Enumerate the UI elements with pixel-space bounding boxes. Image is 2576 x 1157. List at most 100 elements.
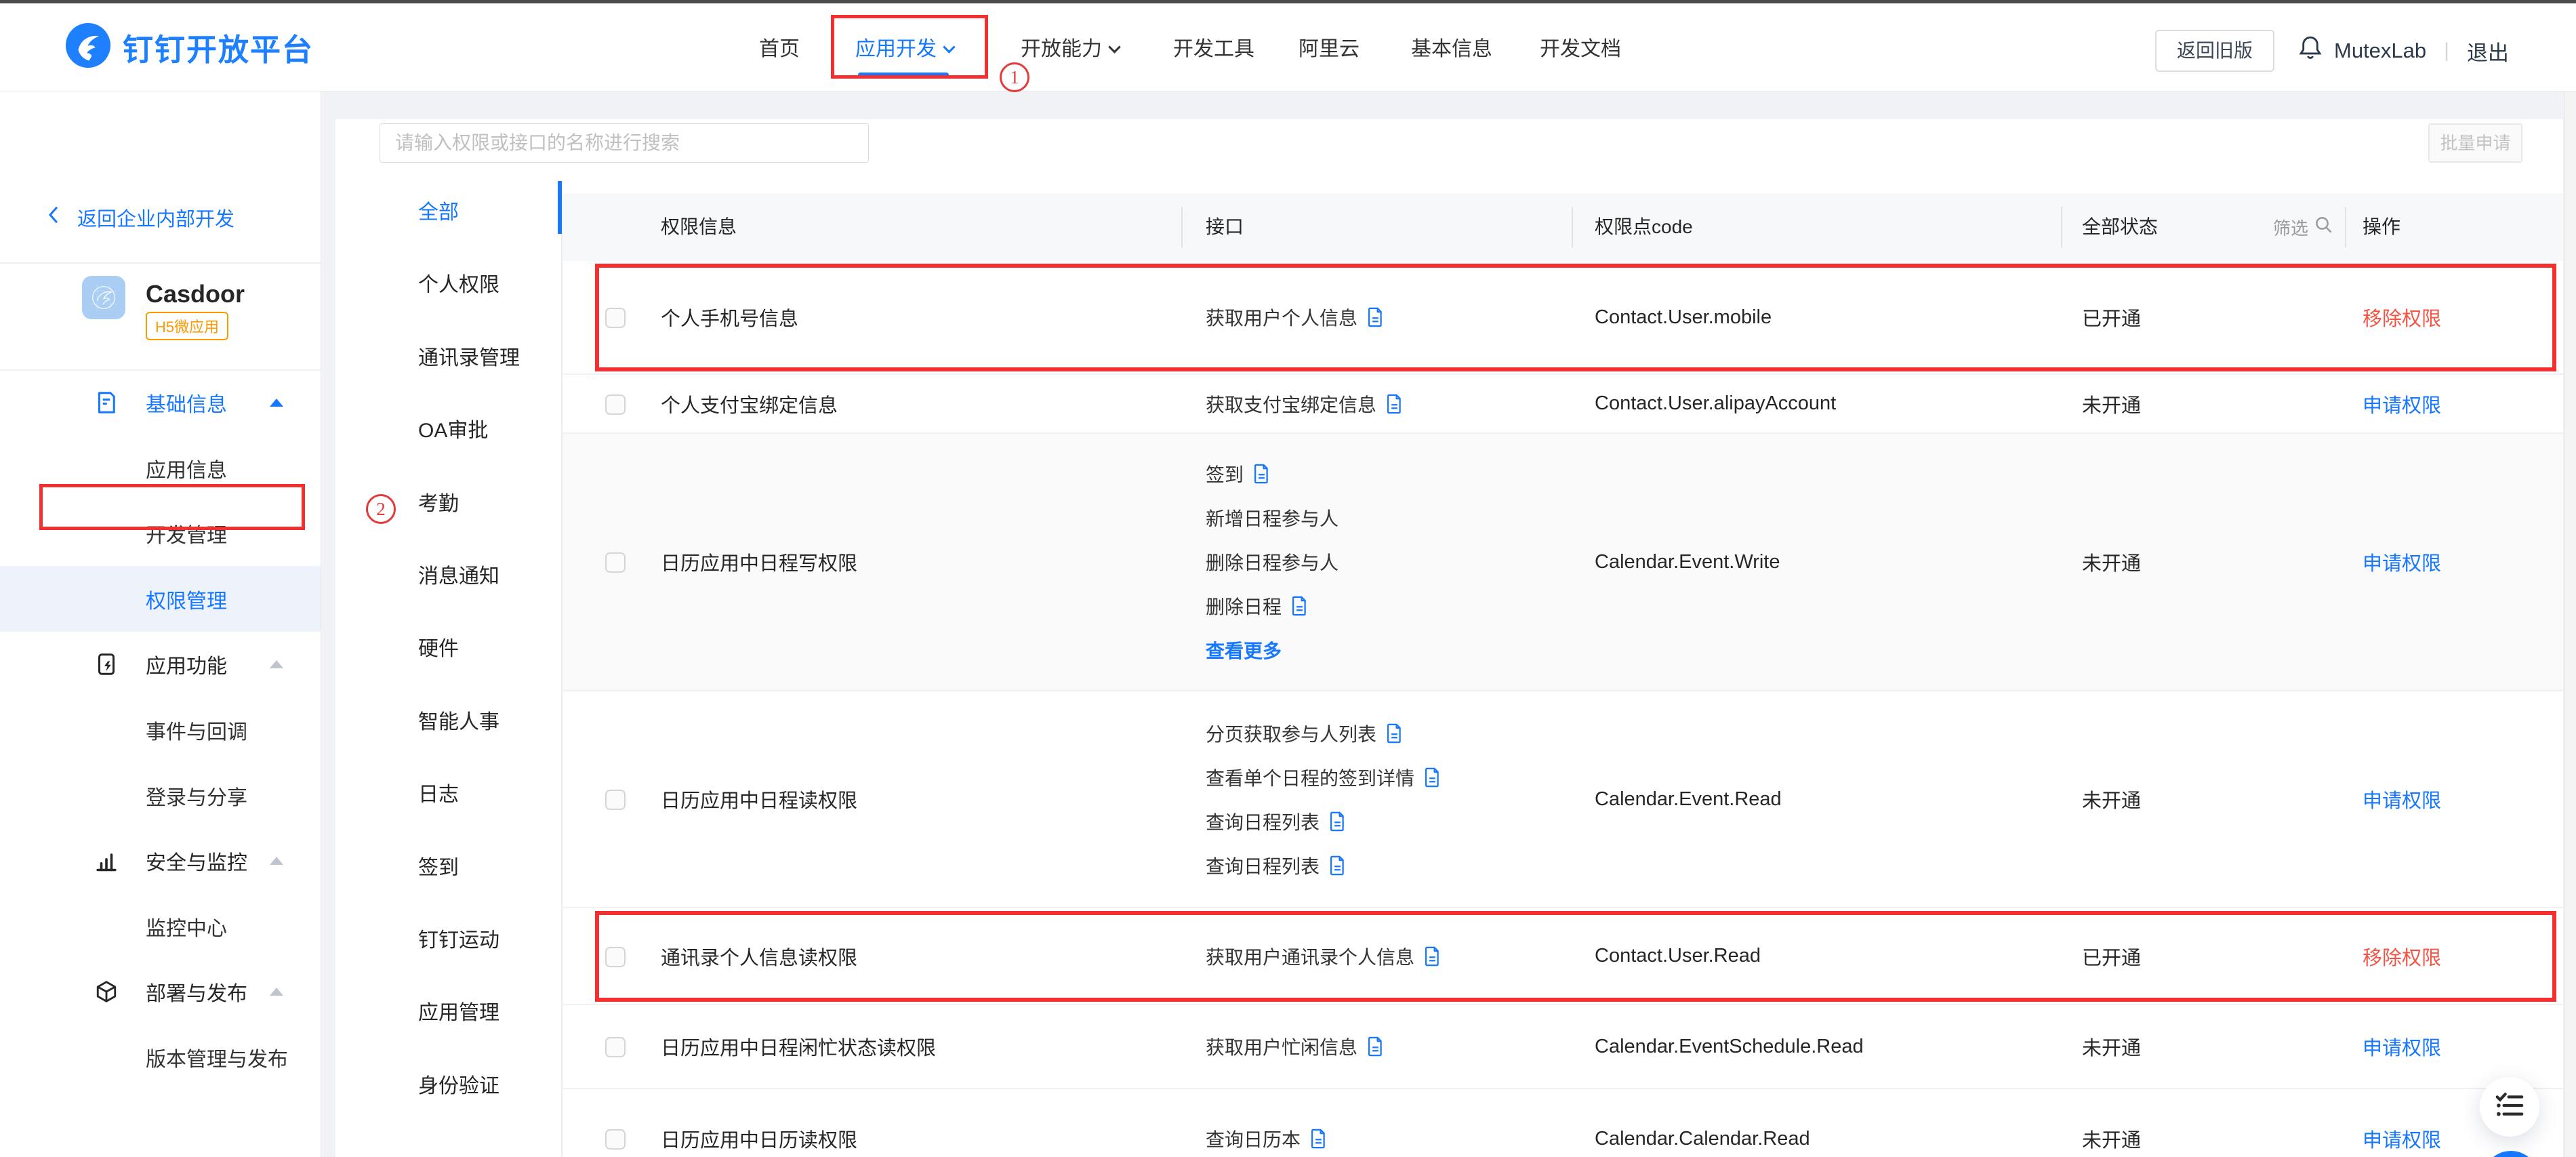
category-item-12[interactable]: 应用管理 [335, 977, 560, 1049]
row-checkbox[interactable] [605, 308, 626, 328]
table-row[interactable]: 个人手机号信息获取用户个人信息Contact.User.mobile已开通移除权… [563, 261, 2563, 375]
interface-entry: 删除日程参与人 [1206, 540, 1338, 584]
interface-label: 分页获取参与人列表 [1206, 720, 1376, 747]
permission-name: 个人支付宝绑定信息 [661, 375, 838, 432]
api-doc-icon[interactable] [1424, 767, 1441, 788]
row-checkbox[interactable] [605, 1037, 626, 1057]
api-doc-icon[interactable] [1386, 394, 1403, 414]
caret-up-icon[interactable] [270, 857, 283, 865]
api-doc-icon[interactable] [1424, 946, 1441, 967]
apply-permission-link[interactable]: 申请权限 [2363, 691, 2441, 907]
sidebar-item-label: 事件与回调 [146, 715, 247, 745]
nav-tab-6[interactable]: 基本信息 [1411, 35, 1492, 64]
table-row[interactable]: 日历应用中日程闲忙状态读权限获取用户忙闲信息Calendar.EventSche… [563, 1005, 2563, 1089]
bell-icon[interactable] [2297, 34, 2323, 68]
row-checkbox[interactable] [605, 552, 626, 573]
category-item-10[interactable]: 签到 [335, 832, 560, 904]
sidebar-item-3[interactable]: 开发管理 [0, 500, 321, 566]
api-doc-icon[interactable] [1253, 464, 1270, 484]
apply-permission-link[interactable]: 申请权限 [2363, 434, 2441, 690]
table-row[interactable]: 日历应用中日程写权限签到新增日程参与人删除日程参与人删除日程查看更多Calend… [563, 434, 2563, 691]
row-checkbox[interactable] [605, 790, 626, 810]
category-item-4[interactable]: OA审批 [335, 394, 560, 467]
category-item-6[interactable]: 消息通知 [335, 540, 560, 613]
app-icon [94, 652, 119, 676]
sidebar-item-7[interactable]: 登录与分享 [0, 763, 321, 828]
api-doc-icon[interactable] [1367, 307, 1384, 327]
api-doc-icon[interactable] [1386, 723, 1403, 744]
apply-permission-link[interactable]: 申请权限 [2363, 1089, 2441, 1157]
interface-label: 查询日程列表 [1206, 852, 1320, 879]
row-checkbox[interactable] [605, 1129, 626, 1150]
sidebar-item-9[interactable]: 监控中心 [0, 893, 321, 959]
category-item-2[interactable]: 个人权限 [335, 249, 560, 321]
sidebar-item-label: 权限管理 [146, 584, 227, 614]
api-doc-icon[interactable] [1329, 855, 1346, 876]
logout-link[interactable]: 退出 [2467, 36, 2509, 66]
apply-permission-link[interactable]: 申请权限 [2363, 375, 2441, 432]
nav-tab-7[interactable]: 开发文档 [1540, 35, 1621, 64]
table-row[interactable]: 通讯录个人信息读权限获取用户通讯录个人信息Contact.User.Read已开… [563, 908, 2563, 1005]
nav-tab-1[interactable]: 首页 [759, 35, 800, 64]
sidebar-item-11[interactable]: 版本管理与发布 [0, 1024, 321, 1090]
sidebar-item-4[interactable]: 权限管理 [0, 566, 321, 632]
row-checkbox[interactable] [605, 394, 626, 415]
status-text: 未开通 [2082, 434, 2141, 690]
api-doc-icon[interactable] [1367, 1036, 1384, 1057]
permission-code: Contact.User.alipayAccount [1595, 375, 1836, 432]
nav-tab-label: 开发工具 [1173, 35, 1254, 64]
category-item-11[interactable]: 钉钉运动 [335, 904, 560, 977]
nav-tab-3[interactable]: 开放能力 [1021, 35, 1119, 64]
nav-tab-2[interactable]: 应用开发 [855, 35, 954, 64]
category-item-3[interactable]: 通讯录管理 [335, 322, 560, 394]
table-row[interactable]: 日历应用中日程读权限分页获取参与人列表查看单个日程的签到详情查询日程列表查询日程… [563, 691, 2563, 908]
table-row[interactable]: 日历应用中日历读权限查询日历本Calendar.Calendar.Read未开通… [563, 1089, 2563, 1157]
api-doc-icon[interactable] [1329, 811, 1346, 832]
caret-up-icon[interactable] [270, 399, 283, 407]
api-doc-icon[interactable] [1291, 596, 1308, 616]
interface-label: 删除日程 [1206, 592, 1282, 620]
sidebar-group-10[interactable]: 部署与发布 [0, 958, 321, 1024]
caret-up-icon[interactable] [270, 660, 283, 668]
search-input[interactable] [380, 123, 869, 163]
back-to-old-version-button[interactable]: 返回旧版 [2155, 30, 2274, 72]
row-checkbox[interactable] [605, 947, 626, 967]
caret-up-icon[interactable] [270, 988, 283, 996]
category-item-8[interactable]: 智能人事 [335, 686, 560, 758]
sidebar-item-6[interactable]: 事件与回调 [0, 697, 321, 763]
apply-permission-link[interactable]: 申请权限 [2363, 1005, 2441, 1088]
page-scrollbar[interactable] [2564, 92, 2576, 1157]
category-item-13[interactable]: 身份验证 [335, 1050, 560, 1122]
interface-entry: 查询日程列表 [1206, 799, 1441, 843]
status-text: 未开通 [2082, 375, 2141, 432]
checklist-float-button[interactable] [2480, 1077, 2539, 1137]
table-row[interactable]: 个人支付宝绑定信息获取支付宝绑定信息Contact.User.alipayAcc… [563, 375, 2563, 434]
sidebar-group-5[interactable]: 应用功能 [0, 631, 321, 697]
dingtalk-wing-icon [66, 23, 110, 71]
interface-entry: 查看单个日程的签到详情 [1206, 755, 1441, 799]
status-filter-button[interactable]: 筛选 [2273, 193, 2334, 261]
username[interactable]: MutexLab [2334, 39, 2426, 63]
remove-permission-link[interactable]: 移除权限 [2363, 261, 2441, 373]
nav-tab-4[interactable]: 开发工具 [1173, 35, 1254, 64]
category-item-1[interactable]: 全部 [335, 176, 560, 249]
checklist-icon [2494, 1091, 2525, 1123]
nav-tab-label: 基本信息 [1411, 35, 1492, 64]
api-doc-icon[interactable] [1310, 1129, 1327, 1149]
back-to-internal-dev-link[interactable]: 返回企业内部开发 [46, 205, 234, 230]
sidebar-group-1[interactable]: 基础信息 [0, 369, 321, 435]
category-item-9[interactable]: 日志 [335, 758, 560, 831]
remove-permission-link[interactable]: 移除权限 [2363, 908, 2441, 1004]
permission-name: 个人手机号信息 [661, 261, 798, 373]
sidebar-group-label: 安全与监控 [146, 846, 247, 876]
view-more-link[interactable]: 查看更多 [1206, 628, 1338, 672]
category-item-7[interactable]: 硬件 [335, 613, 560, 685]
nav-tab-5[interactable]: 阿里云 [1299, 35, 1359, 64]
sidebar-item-2[interactable]: 应用信息 [0, 435, 321, 501]
sidebar-item-label: 应用信息 [146, 453, 227, 483]
sidebar-group-8[interactable]: 安全与监控 [0, 828, 321, 893]
batch-apply-button[interactable]: 批量申请 [2428, 123, 2522, 163]
interface-entry: 分页获取参与人列表 [1206, 711, 1441, 755]
doc-icon [94, 390, 119, 415]
header-divider: | [2437, 39, 2456, 62]
